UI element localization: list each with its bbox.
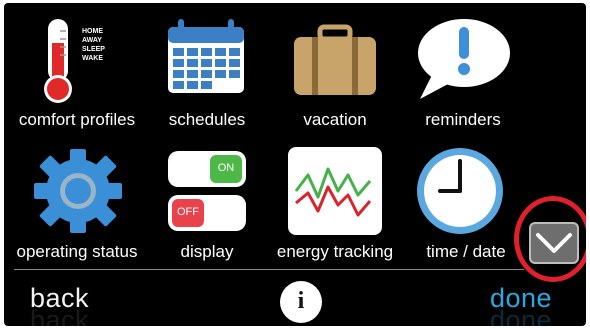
profile-away: AWAY (82, 37, 102, 44)
toggle-off-label: OFF (177, 206, 199, 218)
profile-sleep: SLEEP (82, 46, 105, 53)
suitcase-icon (294, 24, 376, 95)
toggle-on-label: ON (217, 162, 235, 174)
speech-bubble-exclamation-icon (418, 19, 510, 99)
menu-tile-comfort-profiles[interactable]: HOME AWAY SLEEP WAKE comfort profiles (12, 13, 142, 131)
menu-tile-label: reminders (425, 110, 501, 129)
menu-tile-label: comfort profiles (18, 110, 136, 129)
clock-icon (417, 148, 503, 234)
done-button[interactable]: done (490, 283, 552, 314)
gear-icon (34, 149, 122, 233)
menu-tile-reminders[interactable]: reminders (398, 13, 528, 131)
line-graph-icon (288, 147, 382, 235)
highlight-circle (514, 196, 586, 282)
profile-wake: WAKE (82, 55, 103, 62)
calendar-icon (168, 19, 244, 93)
menu-tile-time-date[interactable]: time / date (398, 145, 528, 263)
menu-tile-vacation[interactable]: vacation (270, 13, 400, 131)
profile-home: HOME (82, 28, 103, 35)
info-icon: i (297, 288, 305, 314)
footer-divider (14, 269, 524, 270)
menu-tile-display[interactable]: ON OFF display (142, 145, 272, 263)
menu-tile-operating-status[interactable]: operating status (12, 145, 142, 263)
toggle-switches-icon (168, 151, 246, 231)
profile-list: HOME AWAY SLEEP WAKE (82, 27, 105, 63)
menu-tile-energy-tracking[interactable]: energy tracking (270, 145, 400, 263)
info-button[interactable]: i (280, 281, 322, 323)
thermometer-icon (44, 19, 72, 103)
back-button[interactable]: back (30, 283, 89, 314)
menu-tile-schedules[interactable]: schedules (142, 13, 272, 131)
thermostat-screen: HOME AWAY SLEEP WAKE comfort profiles sc… (4, 3, 586, 326)
menu-tile-label: operating status (16, 242, 138, 261)
